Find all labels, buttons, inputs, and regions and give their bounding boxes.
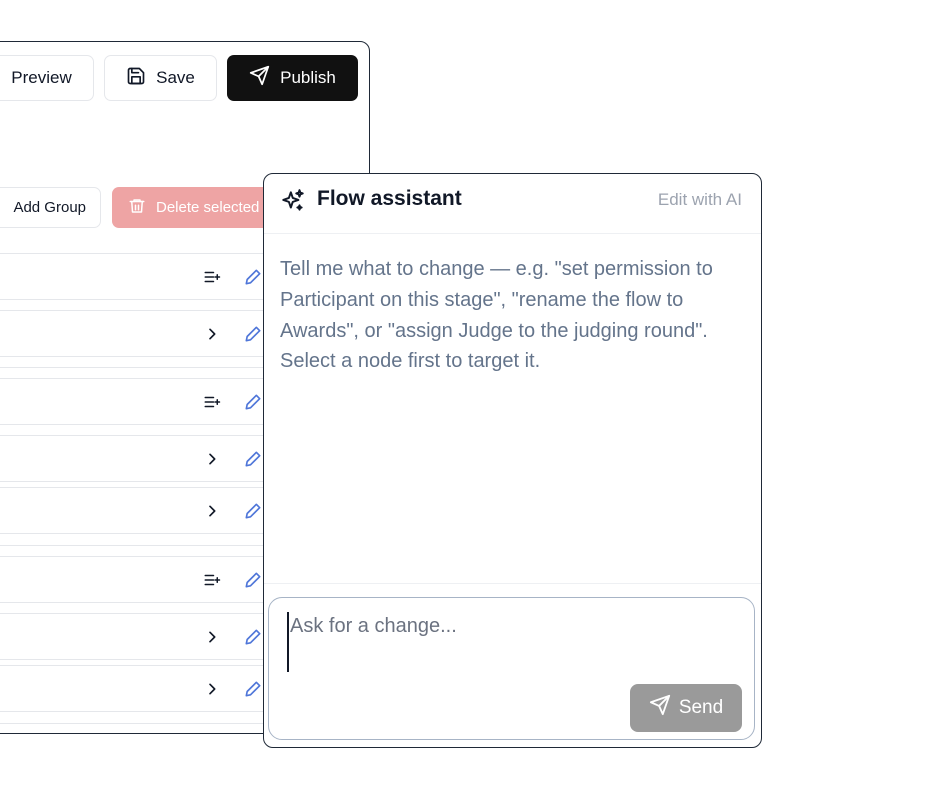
send-icon: [649, 694, 671, 722]
pencil-icon[interactable]: [242, 678, 264, 700]
trash-icon: [128, 197, 146, 219]
pencil-icon[interactable]: [242, 626, 264, 648]
list-add-icon[interactable]: [201, 266, 223, 288]
composer: Send: [268, 597, 755, 740]
chevron-right-icon[interactable]: [201, 500, 223, 522]
list-add-icon[interactable]: [201, 391, 223, 413]
pencil-icon[interactable]: [242, 391, 264, 413]
chevron-right-icon[interactable]: [201, 448, 223, 470]
preview-button-label: Preview: [11, 68, 72, 87]
publish-button[interactable]: Publish: [227, 55, 358, 101]
send-icon: [249, 65, 270, 91]
assistant-subtitle: Edit with AI: [657, 190, 742, 209]
publish-button-label: Publish: [280, 68, 336, 87]
pencil-icon[interactable]: [242, 323, 264, 345]
add-group-button-label: Add Group: [13, 199, 86, 216]
composer-divider: [264, 583, 761, 584]
send-button-label: Send: [678, 697, 724, 718]
preview-button[interactable]: Preview: [0, 55, 94, 101]
assistant-header: Flow assistant Edit with AI: [264, 174, 761, 234]
send-button[interactable]: Send: [630, 684, 742, 732]
chevron-right-icon[interactable]: [201, 678, 223, 700]
sparkles-icon: [280, 188, 306, 214]
save-button[interactable]: Save: [104, 55, 217, 101]
pencil-icon[interactable]: [242, 266, 264, 288]
add-group-button[interactable]: Add Group: [0, 187, 101, 228]
pencil-icon[interactable]: [242, 569, 264, 591]
floppy-disk-icon: [126, 66, 146, 91]
change-request-input[interactable]: [287, 612, 727, 672]
pencil-icon[interactable]: [242, 500, 264, 522]
delete-selected-button-label: Delete selected: [156, 199, 260, 216]
save-button-label: Save: [156, 68, 195, 87]
pencil-icon[interactable]: [242, 448, 264, 470]
chevron-right-icon[interactable]: [201, 626, 223, 648]
chevron-right-icon[interactable]: [201, 323, 223, 345]
assistant-hint-text: Tell me what to change — e.g. "set permi…: [280, 258, 713, 373]
flow-assistant-panel: Flow assistant Edit with AI Tell me what…: [263, 173, 762, 748]
list-add-icon[interactable]: [201, 569, 223, 591]
assistant-title: Flow assistant: [317, 187, 462, 210]
